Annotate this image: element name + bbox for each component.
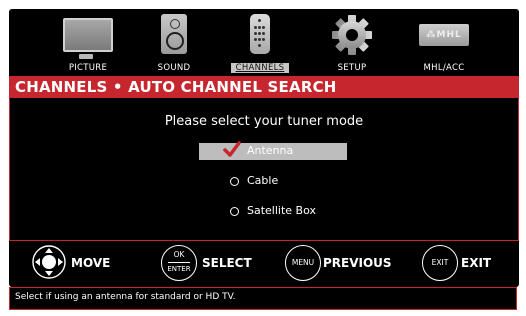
help-text: Select if using an antenna for standard … [15, 292, 236, 302]
top-menu-bar: PICTURE SOUND CHANNELS SETUP ⁂MHL MHL/AC… [9, 9, 519, 75]
page-title: CHANNELS • AUTO CHANNEL SEARCH [15, 78, 337, 96]
dpad-icon[interactable] [31, 244, 67, 280]
radio-icon [230, 177, 239, 186]
nav-item-channels[interactable]: CHANNELS [217, 14, 303, 74]
nav-item-picture[interactable]: PICTURE [45, 14, 131, 74]
radio-icon [230, 207, 239, 216]
nav-label-mhl: MHL/ACC [423, 63, 465, 73]
checkmark-icon [223, 141, 241, 157]
option-satellite-box[interactable]: Satellite Box [199, 203, 347, 220]
option-antenna[interactable]: Antenna [199, 141, 347, 160]
nav-label-sound: SOUND [157, 63, 191, 73]
nav-label-setup: SETUP [337, 63, 367, 73]
gear-icon [332, 15, 372, 55]
nav-label-channels: CHANNELS [231, 63, 289, 73]
option-label: Cable [247, 174, 279, 187]
tv-icon [63, 18, 113, 59]
page-title-bar: CHANNELS • AUTO CHANNEL SEARCH [9, 76, 519, 98]
menu-button[interactable]: MENU [285, 245, 321, 281]
ok-enter-button[interactable]: OK ENTER [161, 245, 197, 281]
help-bar: Select if using an antenna for standard … [9, 287, 517, 310]
control-hints: MOVE OK ENTER SELECT MENU PREVIOUS EXIT … [9, 240, 519, 287]
tv-screen: PICTURE SOUND CHANNELS SETUP ⁂MHL MHL/AC… [9, 9, 519, 287]
move-label: MOVE [71, 256, 111, 270]
mhl-icon: ⁂MHL [419, 24, 469, 46]
enter-text: ENTER [167, 265, 191, 273]
option-cable[interactable]: Cable [199, 173, 347, 190]
tuner-mode-panel: Please select your tuner mode Antenna Ca… [9, 98, 519, 241]
tuner-prompt: Please select your tuner mode [164, 114, 364, 129]
remote-icon [250, 14, 270, 54]
option-label: Antenna [247, 144, 294, 157]
previous-label: PREVIOUS [323, 256, 392, 270]
exit-label: EXIT [461, 256, 492, 270]
exit-text: EXIT [431, 258, 449, 267]
menu-text: MENU [291, 258, 315, 267]
nav-item-sound[interactable]: SOUND [131, 14, 217, 74]
speaker-icon [161, 14, 187, 54]
ok-text: OK [173, 250, 185, 259]
option-label: Satellite Box [247, 204, 316, 217]
select-label: SELECT [202, 256, 252, 270]
nav-label-picture: PICTURE [68, 63, 108, 73]
nav-item-setup[interactable]: SETUP [309, 14, 395, 74]
exit-button[interactable]: EXIT [422, 245, 458, 281]
nav-item-mhl[interactable]: ⁂MHL MHL/ACC [401, 14, 487, 74]
